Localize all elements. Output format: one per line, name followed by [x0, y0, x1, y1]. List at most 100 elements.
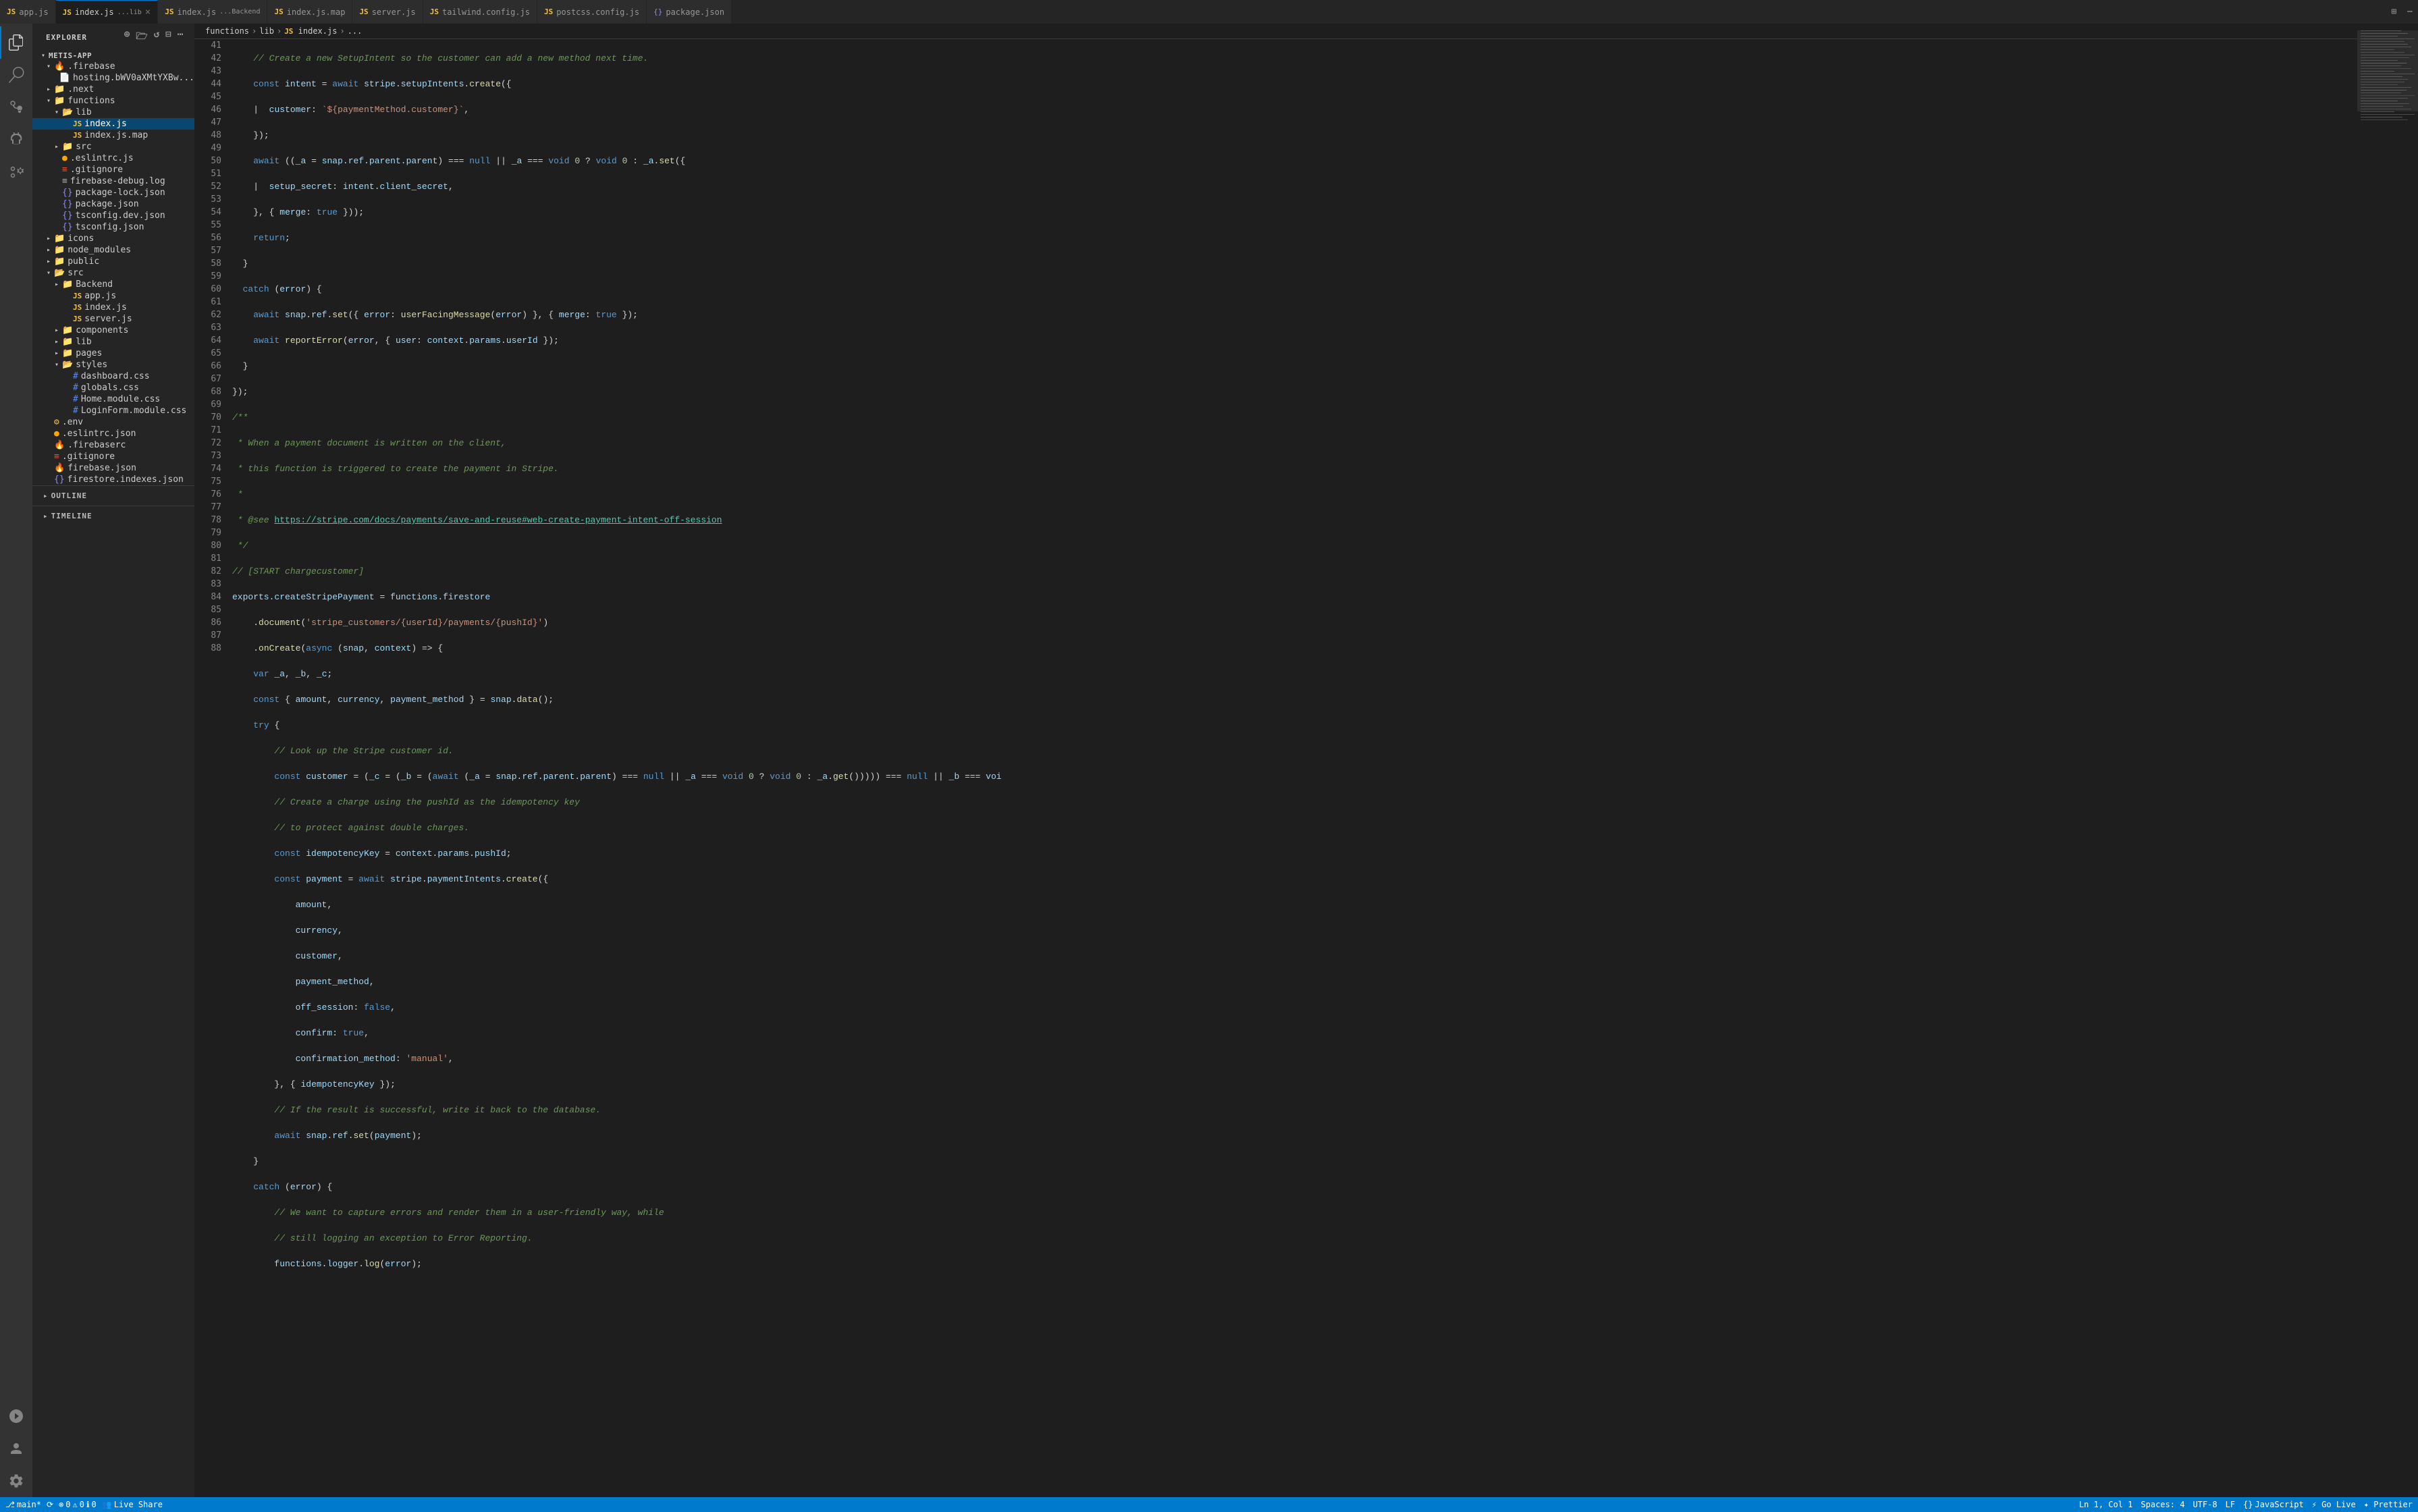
split-editor-icon[interactable]: ⊞ — [2386, 7, 2402, 17]
tab-index-js-map[interactable]: JS index.js.map — [267, 0, 352, 24]
outline-collapse-arrow: ▸ — [43, 491, 49, 500]
minimap[interactable] — [2357, 24, 2418, 1497]
project-root[interactable]: ▾ METIS-APP — [32, 51, 194, 61]
explorer-header: EXPLORER ⊕ 🗁 ↺ ⊟ ⋯ — [32, 24, 194, 51]
file-package-lock-json[interactable]: {} package-lock.json — [32, 187, 194, 198]
breadcrumb-lib[interactable]: lib — [259, 26, 274, 36]
file-index-js-backend[interactable]: JS index.js — [32, 302, 194, 313]
line-ending-label: LF — [2226, 1500, 2235, 1509]
collapse-all-icon[interactable]: ⊟ — [165, 29, 171, 45]
file-firebaserc[interactable]: 🔥 .firebaserc — [32, 439, 194, 451]
refresh-icon[interactable]: ↺ — [154, 29, 160, 45]
breadcrumb-symbol[interactable]: ... — [348, 26, 362, 36]
tab-overflow-icon[interactable]: ⋯ — [2402, 7, 2418, 17]
folder-public[interactable]: ▸ 📁 public — [32, 256, 194, 267]
new-folder-icon[interactable]: 🗁 — [136, 29, 148, 45]
folder-styles[interactable]: ▾ 📂 styles — [32, 359, 194, 371]
cursor-position[interactable]: Ln 1, Col 1 — [2079, 1500, 2132, 1509]
folder-lib-src[interactable]: ▸ 📁 lib — [32, 336, 194, 348]
tab-server-js[interactable]: JS server.js — [352, 0, 423, 24]
activity-extensions[interactable] — [0, 156, 32, 188]
live-share-button[interactable]: 👥 Live Share — [102, 1500, 163, 1509]
folder-next[interactable]: ▸ 📁 .next — [32, 84, 194, 95]
file-index-js-map-lib[interactable]: JS index.js.map — [32, 130, 194, 141]
file-eslintrc-json[interactable]: ● .eslintrc.json — [32, 428, 194, 439]
folder-icons[interactable]: ▸ 📁 icons — [32, 233, 194, 244]
tab-label: tailwind.config.js — [442, 7, 530, 17]
file-firebase-debug-log[interactable]: ≡ firebase-debug.log — [32, 176, 194, 187]
language-mode[interactable]: {} JavaScript — [2243, 1500, 2304, 1509]
file-globals-css[interactable]: # globals.css — [32, 382, 194, 394]
activity-accounts[interactable] — [0, 1432, 32, 1465]
file-package-json-functions[interactable]: {} package.json — [32, 198, 194, 210]
activity-explorer[interactable] — [0, 26, 32, 59]
file-label: firebase-debug.log — [70, 176, 165, 186]
arrow: ▸ — [51, 281, 62, 288]
folder-firebase[interactable]: ▾ 🔥 .firebase — [32, 61, 194, 72]
folder-lib[interactable]: ▾ 📂 lib — [32, 107, 194, 118]
file-server-js-backend[interactable]: JS server.js — [32, 313, 194, 325]
js-icon: JS — [165, 7, 173, 16]
folder-functions[interactable]: ▾ 📁 functions — [32, 95, 194, 107]
status-left: ⎇ main* ⟳ ⊗ 0 ⚠ 0 ℹ 0 👥 Live Share — [5, 1500, 163, 1509]
file-hosting[interactable]: 📄 hosting.bWV0aXMtYXBw... — [32, 72, 194, 84]
stripe-link[interactable]: https://stripe.com/docs/payments/save-an… — [274, 515, 722, 525]
indentation[interactable]: Spaces: 4 — [2141, 1500, 2184, 1509]
breadcrumb-file[interactable]: JS index.js — [284, 26, 337, 36]
git-branch[interactable]: ⎇ main* — [5, 1500, 41, 1509]
close-tab-icon[interactable]: × — [145, 7, 151, 18]
activity-source-control[interactable] — [0, 91, 32, 124]
tab-tailwind-config[interactable]: JS tailwind.config.js — [423, 0, 537, 24]
tab-postcss-config[interactable]: JS postcss.config.js — [537, 0, 647, 24]
file-gitignore-root[interactable]: ≡ .gitignore — [32, 451, 194, 462]
tab-package-json[interactable]: {} package.json — [647, 0, 732, 24]
activity-settings[interactable] — [0, 1465, 32, 1497]
file-index-js-lib[interactable]: JS index.js — [32, 118, 194, 130]
folder-node-modules[interactable]: ▸ 📁 node_modules — [32, 244, 194, 256]
encoding[interactable]: UTF-8 — [2193, 1500, 2217, 1509]
folder-src-root[interactable]: ▾ 📂 src — [32, 267, 194, 279]
folder-icon: 📂 — [62, 107, 73, 117]
go-live-button[interactable]: ⚡ Go Live — [2312, 1500, 2356, 1509]
folder-icon: 📁 — [62, 142, 73, 152]
file-home-module-css[interactable]: # Home.module.css — [32, 394, 194, 405]
js-icon: JS — [544, 7, 553, 16]
activity-search[interactable] — [0, 59, 32, 91]
file-dashboard-css[interactable]: # dashboard.css — [32, 371, 194, 382]
code-text[interactable]: // Create a new SetupIntent so the custo… — [227, 39, 2357, 1497]
file-label: .eslintrc.json — [62, 429, 136, 439]
breadcrumb-sep3: › — [340, 26, 344, 36]
tab-index-js-lib[interactable]: JS index.js ...lib × — [56, 0, 159, 24]
file-firestore-indexes[interactable]: {} firestore.indexes.json — [32, 474, 194, 485]
file-env[interactable]: ⚙ .env — [32, 416, 194, 428]
file-eslintrc-js[interactable]: ● .eslintrc.js — [32, 153, 194, 164]
tab-label: index.js — [75, 7, 114, 17]
file-tsconfig-dev[interactable]: {} tsconfig.dev.json — [32, 210, 194, 221]
folder-backend[interactable]: ▸ 📁 Backend — [32, 279, 194, 290]
folder-components[interactable]: ▸ 📁 components — [32, 325, 194, 336]
file-loginform-module-css[interactable]: # LoginForm.module.css — [32, 405, 194, 416]
tab-app-js[interactable]: JS app.js — [0, 0, 56, 24]
folder-src-functions[interactable]: ▸ 📁 src — [32, 141, 194, 153]
breadcrumb-functions[interactable]: functions — [205, 26, 249, 36]
activity-debug[interactable] — [0, 124, 32, 156]
errors-warnings[interactable]: ⊗ 0 ⚠ 0 ℹ 0 — [59, 1500, 97, 1509]
file-firebase-json[interactable]: 🔥 firebase.json — [32, 462, 194, 474]
file-app-js-backend[interactable]: JS app.js — [32, 290, 194, 302]
new-file-icon[interactable]: ⊕ — [124, 29, 130, 45]
file-gitignore-functions[interactable]: ≡ .gitignore — [32, 164, 194, 176]
line-ending[interactable]: LF — [2226, 1500, 2235, 1509]
js-file-icon: JS — [73, 131, 82, 140]
folder-pages[interactable]: ▸ 📁 pages — [32, 348, 194, 359]
remote-icon — [8, 1408, 24, 1424]
code-content[interactable]: 4142434445 4647484950 5152535455 5657585… — [194, 39, 2357, 1497]
timeline-header[interactable]: ▸ TIMELINE — [32, 509, 194, 523]
tab-index-js-backend[interactable]: JS index.js ...Backend — [158, 0, 267, 24]
sync-button[interactable]: ⟳ — [47, 1500, 53, 1509]
folder-icon: 📁 — [54, 96, 65, 106]
file-tsconfig-json[interactable]: {} tsconfig.json — [32, 221, 194, 233]
activity-remote[interactable] — [0, 1400, 32, 1432]
prettier-button[interactable]: ✦ Prettier — [2364, 1500, 2413, 1509]
more-actions-icon[interactable]: ⋯ — [178, 29, 184, 45]
outline-header[interactable]: ▸ OUTLINE — [32, 489, 194, 503]
